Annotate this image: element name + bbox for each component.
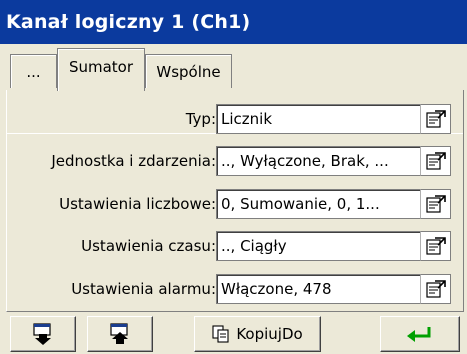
row-unit-events: Jednostka i zdarzenia: .., Wyłączone, Br…	[7, 146, 465, 176]
move-up-button[interactable]	[87, 316, 153, 352]
tab-more[interactable]: ...	[10, 54, 57, 88]
alarm-settings-field[interactable]: Włączone, 478	[216, 274, 426, 304]
move-down-icon	[33, 323, 51, 345]
bottom-toolbar: KopiujDo	[0, 314, 467, 354]
window-title: Kanał logiczny 1 (Ch1)	[0, 0, 467, 44]
time-settings-edit-button[interactable]	[420, 231, 451, 261]
numeric-settings-edit-button[interactable]	[420, 189, 451, 219]
alarm-settings-edit-button[interactable]	[420, 274, 451, 304]
unit-events-label: Jednostka i zdarzenia:	[51, 152, 216, 170]
unit-events-field[interactable]: .., Wyłączone, Brak, ...	[216, 146, 426, 176]
enter-button[interactable]	[380, 316, 460, 352]
time-settings-label: Ustawienia czasu:	[81, 237, 216, 255]
numeric-settings-label: Ustawienia liczbowe:	[59, 195, 216, 213]
enter-icon	[407, 327, 431, 342]
type-edit-button[interactable]	[420, 104, 451, 134]
dialog-window: Kanał logiczny 1 (Ch1) ... Sumator Wspól…	[0, 0, 467, 354]
edit-dialog-icon	[425, 280, 446, 298]
alarm-settings-label: Ustawienia alarmu:	[71, 280, 216, 298]
edit-dialog-icon	[425, 195, 446, 213]
row-time-settings: Ustawienia czasu: .., Ciągły	[7, 231, 465, 261]
tab-wspolne[interactable]: Wspólne	[145, 54, 232, 88]
unit-events-edit-button[interactable]	[420, 146, 451, 176]
move-down-button[interactable]	[10, 316, 76, 352]
tab-strip: ... Sumator Wspólne	[0, 44, 467, 134]
tab-sumator[interactable]: Sumator	[57, 48, 145, 91]
row-numeric-settings: Ustawienia liczbowe: 0, Sumowanie, 0, 1.…	[7, 189, 465, 219]
edit-dialog-icon	[425, 152, 446, 170]
edit-dialog-icon	[425, 110, 446, 128]
type-label: Typ:	[185, 110, 216, 128]
edit-dialog-icon	[425, 237, 446, 255]
copy-icon	[212, 325, 229, 343]
type-field[interactable]: Licznik	[216, 104, 426, 134]
copy-to-label: KopiujDo	[236, 325, 303, 343]
row-type: Typ: Licznik	[7, 104, 465, 134]
row-alarm-settings: Ustawienia alarmu: Włączone, 478	[7, 274, 465, 304]
move-up-icon	[110, 323, 128, 344]
settings-panel: Typ: Licznik Jednostka i zdarzenia: .., …	[6, 90, 464, 312]
time-settings-field[interactable]: .., Ciągły	[216, 231, 426, 261]
numeric-settings-field[interactable]: 0, Sumowanie, 0, 1...	[216, 189, 426, 219]
copy-to-button[interactable]: KopiujDo	[194, 316, 321, 352]
